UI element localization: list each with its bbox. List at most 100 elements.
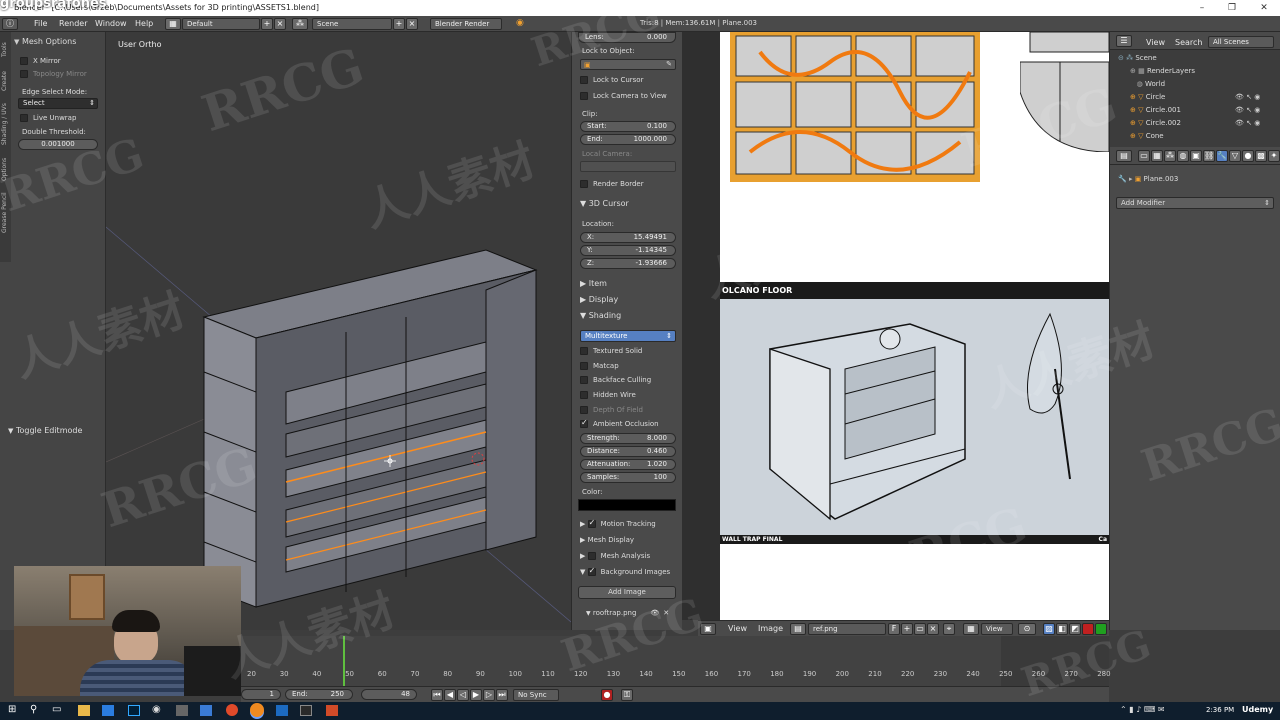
object-tab-icon[interactable]: ▣ xyxy=(1190,150,1202,162)
mesh-options-header[interactable]: ▼ Mesh Options xyxy=(14,37,76,46)
depth-of-field-toggle[interactable]: Depth Of Field xyxy=(580,406,643,414)
bg-image-row[interactable]: ▼ rooftrap.png 👁 ✕ xyxy=(586,609,669,617)
display-rgb-icon[interactable]: ▨ xyxy=(1043,623,1055,635)
data-tab-icon[interactable]: ▽ xyxy=(1229,150,1241,162)
sync-dropdown[interactable]: No Sync xyxy=(513,689,559,701)
image-add-icon[interactable]: + xyxy=(901,623,913,635)
image-menu-view[interactable]: View xyxy=(728,624,747,633)
item-header[interactable]: ▶ Item xyxy=(580,279,607,288)
outliner-item-scene[interactable]: ⊝ ⁂ Scene xyxy=(1118,54,1157,62)
menu-render[interactable]: Render xyxy=(59,19,87,28)
lock-object-field[interactable]: ▣ ✎ xyxy=(580,59,676,70)
samples-field[interactable]: Samples: 100 xyxy=(580,472,676,483)
menu-window[interactable]: Window xyxy=(95,19,127,28)
textured-solid-toggle[interactable]: Textured Solid xyxy=(580,347,642,355)
clip-end-field[interactable]: End: 1000.000 xyxy=(580,134,676,145)
attenuation-field[interactable]: Attenuation: 1.020 xyxy=(580,459,676,470)
outliner-menu-search[interactable]: Search xyxy=(1175,38,1202,47)
ambient-occlusion-toggle[interactable]: Ambient Occlusion xyxy=(580,418,659,428)
image-open-icon[interactable]: ▭ xyxy=(914,623,926,635)
local-camera-field[interactable] xyxy=(580,161,676,172)
app-icon-2[interactable] xyxy=(176,705,188,716)
scene-dropdown[interactable]: Scene xyxy=(312,18,392,30)
mesh-display-header[interactable]: ▶ Mesh Display xyxy=(580,536,634,544)
timeline[interactable]: 20 30 40 50 60 70 80 90 100 110 120 130 140 150 160 170… xyxy=(241,636,1111,686)
editor-type-icon[interactable]: ⓘ xyxy=(2,18,18,30)
next-key-icon[interactable]: ▷ xyxy=(483,689,495,701)
search-icon[interactable]: ⚲ xyxy=(30,704,37,715)
mesh-analysis-header[interactable]: ▶ Mesh Analysis xyxy=(580,552,650,560)
pivot-icon[interactable]: ⊙ xyxy=(1018,623,1036,635)
view-dropdown[interactable]: View xyxy=(981,623,1013,635)
image-name-field[interactable]: ref.png xyxy=(808,623,886,635)
live-unwrap-toggle[interactable]: Live Unwrap xyxy=(20,114,76,122)
3d-cursor-header[interactable]: ▼ 3D Cursor xyxy=(580,199,629,208)
chrome-icon[interactable] xyxy=(226,704,238,716)
outliner-item-circle001[interactable]: ⊕ ▽ Circle.001 👁 ↖ ◉ xyxy=(1130,106,1260,114)
start-frame-field[interactable]: 1 xyxy=(241,689,281,700)
outliner-item-circle002[interactable]: ⊕ ▽ Circle.002 👁 ↖ ◉ xyxy=(1130,119,1260,127)
add-image-button[interactable]: Add Image xyxy=(578,586,676,599)
outliner-item-circle[interactable]: ⊕ ▽ Circle 👁 ↖ ◉ xyxy=(1130,93,1260,101)
current-frame-field[interactable]: 48 xyxy=(361,689,417,700)
strength-field[interactable]: Strength: 8.000 xyxy=(580,433,676,444)
add-modifier-dropdown[interactable]: Add Modifier ⇕ xyxy=(1116,197,1274,209)
image-browse-icon[interactable]: ▤ xyxy=(790,623,806,635)
matcap-toggle[interactable]: Matcap xyxy=(580,362,619,370)
lens-field[interactable]: Lens: 0.000 xyxy=(578,32,676,43)
task-view-icon[interactable]: ▭ xyxy=(52,704,61,715)
world-tab-icon[interactable]: ◍ xyxy=(1177,150,1189,162)
ao-color-swatch[interactable] xyxy=(578,499,676,511)
blender-taskbar-icon[interactable] xyxy=(250,703,264,717)
edge-select-mode-dropdown[interactable]: Select ⇕ xyxy=(18,98,98,109)
end-frame-field[interactable]: End: 250 xyxy=(285,689,353,700)
menu-help[interactable]: Help xyxy=(135,19,153,28)
layout-add-icon[interactable]: + xyxy=(261,18,273,30)
cursor-x-field[interactable]: X: 15.49491 xyxy=(580,232,676,243)
cursor-z-field[interactable]: Z: -1.93666 xyxy=(580,258,676,269)
image-editor[interactable]: OLCANO FLOOR WALL TRAP FINAL Ca xyxy=(682,32,1109,620)
start-icon[interactable]: ⊞ xyxy=(8,704,16,715)
image-unlink-icon[interactable]: × xyxy=(927,623,939,635)
backface-culling-toggle[interactable]: Backface Culling xyxy=(580,376,651,384)
image-menu-image[interactable]: Image xyxy=(758,624,783,633)
eyedropper-icon[interactable]: ✎ xyxy=(666,60,672,68)
keying-set-icon[interactable]: ⚿ xyxy=(621,689,633,701)
outliner-display-dropdown[interactable]: All Scenes xyxy=(1208,36,1274,48)
outliner-type-icon[interactable]: ☰ xyxy=(1116,35,1132,47)
tab-shading-uvs[interactable]: Shading / UVs xyxy=(1,98,10,150)
display-z-icon[interactable]: ◩ xyxy=(1069,623,1081,635)
render-tab-icon[interactable]: ▭ xyxy=(1138,150,1150,162)
layout-icon[interactable]: ▦ xyxy=(165,18,181,30)
jump-end-icon[interactable]: ⏭ xyxy=(496,689,508,701)
image-editor-type-icon[interactable]: ▣ xyxy=(700,623,716,635)
material-tab-icon[interactable]: ● xyxy=(1242,150,1254,162)
scene-remove-icon[interactable]: × xyxy=(406,18,418,30)
background-images-header[interactable]: ▼ Background Images xyxy=(580,566,670,576)
pin-icon[interactable]: ⌖ xyxy=(943,623,955,635)
app-icon-4[interactable] xyxy=(276,705,288,716)
layers-tab-icon[interactable]: ▦ xyxy=(1151,150,1163,162)
display-header[interactable]: ▶ Display xyxy=(580,295,618,304)
3d-viewport[interactable]: User Ortho xyxy=(106,32,571,630)
scene-tab-icon[interactable]: ⁂ xyxy=(1164,150,1176,162)
render-engine-dropdown[interactable]: Blender Render xyxy=(430,18,502,30)
scene-icon[interactable]: ⁂ xyxy=(292,18,308,30)
app-icon-5[interactable] xyxy=(300,705,312,716)
double-threshold-field[interactable]: 0.001000 xyxy=(18,139,98,150)
distance-field[interactable]: Distance: 0.460 xyxy=(580,446,676,457)
menu-file[interactable]: File xyxy=(34,19,47,28)
scene-add-icon[interactable]: + xyxy=(393,18,405,30)
app-icon-3[interactable] xyxy=(200,705,212,716)
outliner-item-world[interactable]: ◍ World xyxy=(1130,80,1165,88)
hidden-wire-toggle[interactable]: Hidden Wire xyxy=(580,391,636,399)
play-icon[interactable]: ▶ xyxy=(470,689,482,701)
shading-header[interactable]: ▼ Shading xyxy=(580,311,621,320)
shading-mode-dropdown[interactable]: Multitexture ⇕ xyxy=(580,330,676,342)
render-border-toggle[interactable]: Render Border xyxy=(580,180,644,188)
app-icon-6[interactable] xyxy=(326,705,338,716)
jump-start-icon[interactable]: ⏮ xyxy=(431,689,443,701)
minimize-button[interactable]: – xyxy=(1188,0,1216,16)
properties-type-icon[interactable]: ▤ xyxy=(1116,150,1132,162)
remove-image-icon[interactable]: ✕ xyxy=(663,609,669,617)
